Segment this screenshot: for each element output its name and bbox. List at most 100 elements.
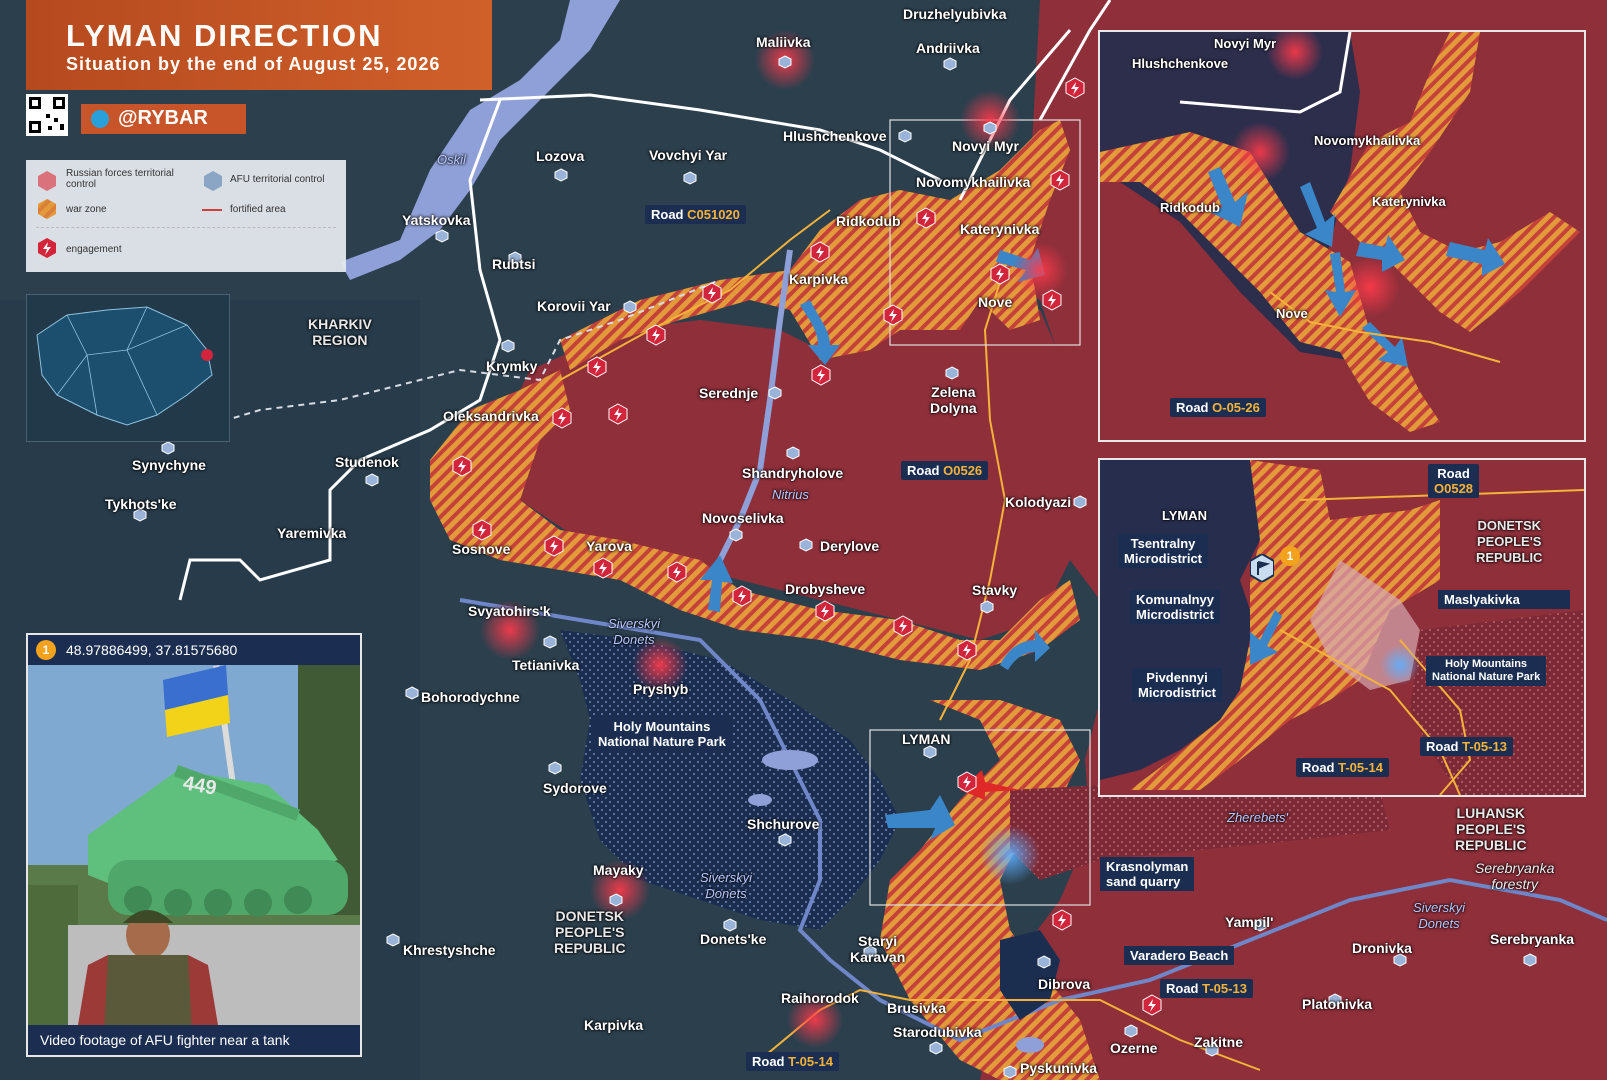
water-label-donets: Siverskyi Donets: [608, 616, 661, 647]
settlement-marker-icon: [778, 55, 792, 69]
settlement-shandryholove: Shandryholove: [742, 465, 844, 481]
settlement-marker-icon: [723, 918, 737, 932]
settlement-marker-icon: [1523, 953, 1537, 967]
inset-north: Hlushchenkove Novyi Myr Novomykhailivka …: [1098, 30, 1586, 442]
settlement-brusivka: Brusivka: [887, 1000, 947, 1016]
settlement-pryshyb: Pryshyb: [633, 681, 689, 697]
engagement-icon: [815, 600, 835, 622]
settlement-yarova: Yarova: [586, 538, 632, 554]
inset-pivdennyi: Pivdennyi Microdistrict: [1132, 668, 1223, 702]
engagement-icon: [667, 561, 687, 583]
settlement-staryi-karavan: Staryi Karavan: [850, 933, 906, 965]
engagement-icon: [916, 207, 936, 229]
settlement-dibrova: Dibrova: [1038, 976, 1091, 992]
settlement-marker-icon: [923, 745, 937, 759]
settlement-lyman: LYMAN: [902, 731, 951, 747]
photo-number-badge[interactable]: 1: [36, 640, 56, 660]
engagement-icon: [810, 241, 830, 263]
settlement-stavky: Stavky: [972, 582, 1018, 598]
coordinates-bar: 1 48.97886499, 37.81575680: [28, 635, 360, 665]
inset-road-o0528: Road O0528: [1428, 464, 1480, 498]
settlement-marker-icon: [683, 171, 697, 185]
region-label-donetsk: DONETSK PEOPLE'S REPUBLIC: [554, 908, 626, 956]
legend-panel: Russian forces territorial control AFU t…: [26, 160, 346, 272]
water-label-zherebets: Zherebets': [1227, 810, 1289, 825]
settlement-hlushchenkove: Hlushchenkove: [783, 128, 887, 144]
inset-road-t0513: Road T-05-13: [1420, 737, 1513, 756]
inset-dpr-label: DONETSK PEOPLE'S REPUBLIC: [1476, 518, 1543, 565]
settlement-yatskovka: Yatskovka: [402, 212, 471, 228]
settlement-marker-icon: [386, 933, 400, 947]
settlement-khrestyshche: Khrestyshche: [403, 942, 496, 958]
settlement-oleksandrivka: Oleksandrivka: [443, 408, 539, 424]
video-footage-panel[interactable]: 1 48.97886499, 37.81575680 449 Video foo…: [26, 633, 362, 1057]
settlement-karpivka: Karpivka: [789, 271, 849, 287]
inset-nove: Nove: [1276, 306, 1308, 321]
settlement-platonivka: Platonivka: [1302, 996, 1373, 1012]
settlement-krymky: Krymky: [486, 358, 538, 374]
settlement-marker-icon: [929, 1041, 943, 1055]
settlement-marker-icon: [799, 538, 813, 552]
header-banner: LYMAN DIRECTION Situation by the end of …: [26, 0, 492, 90]
settlement-drobysheve: Drobysheve: [785, 581, 866, 597]
qr-code-icon[interactable]: [26, 94, 68, 136]
page-title: LYMAN DIRECTION: [66, 18, 383, 53]
settlement-ozerne: Ozerne: [1110, 1040, 1158, 1056]
engagement-icon: [472, 519, 492, 541]
settlement-druzhelyubivka: Druzhelyubivka: [903, 6, 1007, 22]
settlement-serebryanka: Serebryanka: [1490, 931, 1575, 947]
settlement-derylove: Derylove: [820, 538, 880, 554]
settlement-korovii-yar: Korovii Yar: [537, 298, 611, 314]
settlement-starodubivka: Starodubivka: [893, 1024, 982, 1040]
inset-komunalnyy: Komunalnyy Microdistrict: [1130, 590, 1221, 624]
settlement-katerynivka: Katerynivka: [960, 221, 1040, 237]
engagement-icon: [957, 639, 977, 661]
road-label-t0514: Road T-05-14: [746, 1052, 839, 1071]
telegram-icon[interactable]: [91, 110, 109, 128]
legend-war-zone: war zone: [66, 204, 107, 215]
engagement-icon: [552, 407, 572, 429]
settlement-lozova: Lozova: [536, 148, 585, 164]
settlement-donetske: Donets'ke: [700, 931, 767, 947]
engagement-icon: [1052, 909, 1072, 931]
settlement-novoselivka: Novoselivka: [702, 510, 784, 526]
settlement-marker-icon: [983, 121, 997, 135]
settlement-marker-icon: [1073, 495, 1087, 509]
road-label-t0513: Road T-05-13: [1160, 979, 1253, 998]
inset-lyman-label: LYMAN: [1162, 508, 1208, 523]
settlement-pyskunivka: Pyskunivka: [1020, 1060, 1098, 1076]
photo-caption-bar: Video footage of AFU fighter near a tank: [28, 1025, 360, 1055]
settlement-yampil: Yampil': [1225, 914, 1274, 930]
settlement-marker-icon: [435, 229, 449, 243]
settlement-studenok: Studenok: [335, 454, 399, 470]
settlement-marker-icon: [980, 600, 994, 614]
engagement-icon: [593, 557, 613, 579]
settlement-raihorodok: Raihorodok: [781, 990, 859, 1006]
inset-tsentralny: Tsentralny Microdistrict: [1118, 534, 1209, 568]
water-label-donets: Siverskyi Donets: [700, 870, 753, 901]
label-krasnolyman-quarry: Krasnolyman sand quarry: [1100, 857, 1195, 891]
region-label-kharkiv: KHARKIV REGION: [308, 316, 372, 348]
label-varadero-beach: Varadero Beach: [1124, 946, 1235, 965]
inset-number-badge[interactable]: 1: [1280, 546, 1300, 566]
inset-ridkodub: Ridkodub: [1160, 200, 1220, 215]
settlement-novomykhailivka: Novomykhailivka: [916, 174, 1031, 190]
region-label-luhansk: LUHANSK PEOPLE'S REPUBLIC: [1455, 805, 1527, 853]
engagement-icon: [587, 356, 607, 378]
legend-afu: AFU territorial control: [230, 174, 325, 185]
settlement-bohorodychne: Bohorodychne: [421, 689, 520, 705]
engagement-icon: [1042, 289, 1062, 311]
engagement-icon: [811, 364, 831, 386]
engagement-icon: [957, 771, 977, 793]
settlement-marker-icon: [554, 168, 568, 182]
settlement-tykhotske: Tykhots'ke: [105, 496, 177, 512]
settlement-marker-icon: [1003, 1065, 1017, 1079]
settlement-tetianivka: Tetianivka: [512, 657, 580, 673]
legend-russian: Russian forces territorial control: [66, 168, 174, 190]
settlement-marker-icon: [1124, 1024, 1138, 1038]
settlement-marker-icon: [943, 57, 957, 71]
page-subtitle: Situation by the end of August 25, 2026: [66, 54, 441, 74]
brand-handle[interactable]: @RYBAR: [118, 107, 208, 130]
settlement-marker-icon: [945, 366, 959, 380]
settlement-marker-icon: [548, 761, 562, 775]
